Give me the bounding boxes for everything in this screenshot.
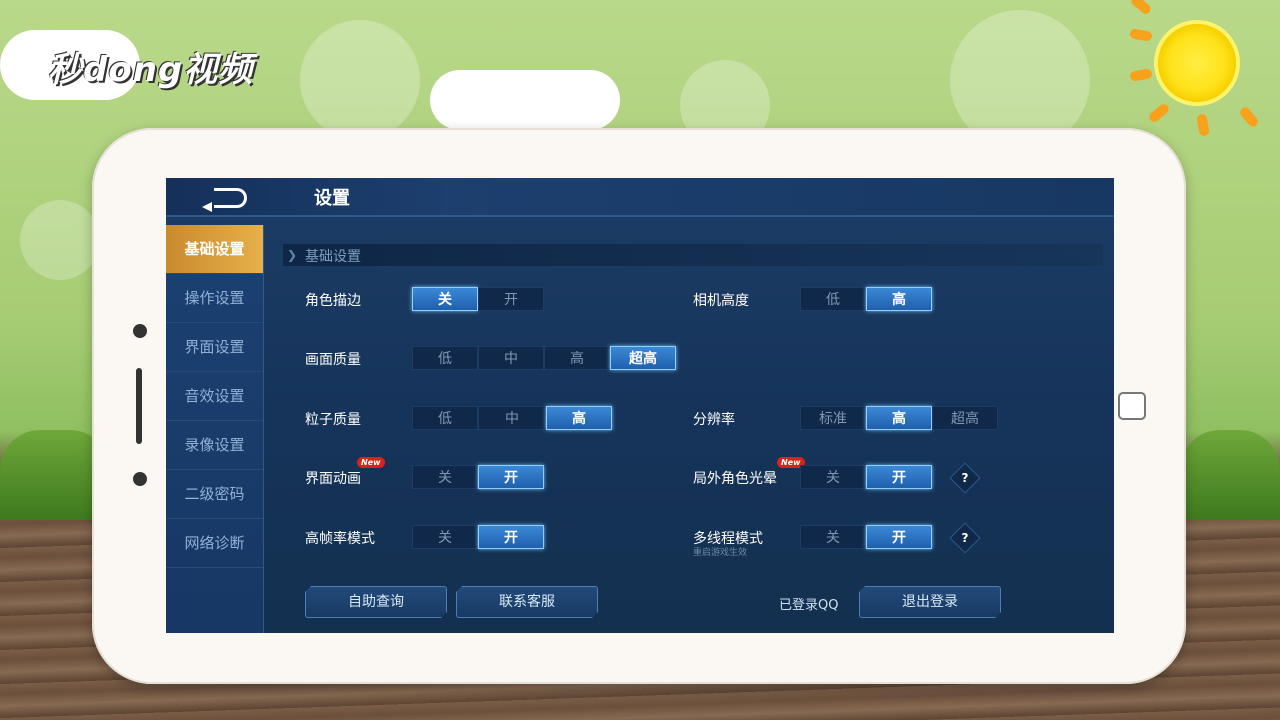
sun-ray <box>1238 105 1260 129</box>
particle-medium-option[interactable]: 中 <box>478 406 546 430</box>
camera-dot <box>133 324 147 338</box>
sensor-dot <box>133 472 147 486</box>
sun-ray <box>1129 68 1153 82</box>
bokeh-light <box>20 200 100 280</box>
graphics-quality-selector: 低 中 高 超高 <box>412 346 676 370</box>
help-icon: ? <box>961 531 969 545</box>
multithread-note: 重启游戏生效 <box>693 548 748 558</box>
sun-ray <box>1196 113 1210 137</box>
high-fps-label: 高帧率模式 <box>305 531 375 547</box>
camera-height-high-option[interactable]: 高 <box>866 287 932 311</box>
sidebar-item-basic[interactable]: 基础设置 <box>166 225 263 274</box>
resolution-selector: 标准 高 超高 <box>800 406 998 430</box>
multithread-on-option[interactable]: 开 <box>866 525 932 549</box>
sun-ray <box>1129 28 1153 42</box>
help-icon: ? <box>961 471 969 485</box>
sidebar-item-recording[interactable]: 录像设置 <box>166 421 263 470</box>
self-help-button[interactable]: 自助查询 <box>305 586 447 618</box>
outer-glow-off-option[interactable]: 关 <box>800 465 866 489</box>
ui-animation-label: 界面动画 <box>305 471 361 487</box>
ui-animation-on-option[interactable]: 开 <box>478 465 544 489</box>
camera-height-label: 相机高度 <box>693 293 749 309</box>
sidebar-item-controls[interactable]: 操作设置 <box>166 274 263 323</box>
back-arrowhead-icon <box>202 202 212 212</box>
graphics-high-option[interactable]: 高 <box>544 346 610 370</box>
graphics-medium-option[interactable]: 中 <box>478 346 544 370</box>
help-button[interactable]: ? <box>949 522 981 554</box>
outline-off-option[interactable]: 关 <box>412 287 478 311</box>
outer-glow-on-option[interactable]: 开 <box>866 465 932 489</box>
home-button[interactable] <box>1118 392 1146 420</box>
watermark-logo: 秒dong视频 <box>48 50 254 90</box>
cloud <box>430 70 620 130</box>
login-status: 已登录QQ <box>779 598 839 613</box>
section-title: 基础设置 <box>305 249 361 265</box>
multithread-toggle: 关 开 <box>800 525 932 549</box>
particle-quality-label: 粒子质量 <box>305 412 361 428</box>
bokeh-light <box>300 20 420 140</box>
logout-button[interactable]: 退出登录 <box>859 586 1001 618</box>
ui-animation-off-option[interactable]: 关 <box>412 465 478 489</box>
resolution-label: 分辨率 <box>693 412 735 428</box>
header-bar: 设置 <box>166 178 1114 217</box>
page-title: 设置 <box>314 188 350 209</box>
contact-support-button[interactable]: 联系客服 <box>456 586 598 618</box>
section-header: ❯ 基础设置 <box>283 244 1103 266</box>
outline-toggle: 关 开 <box>412 287 544 311</box>
back-button[interactable] <box>180 182 290 212</box>
camera-height-low-option[interactable]: 低 <box>800 287 866 311</box>
settings-screen: 设置 基础设置 操作设置 界面设置 音效设置 录像设置 二级密码 网络诊断 ❯ … <box>166 178 1114 633</box>
graphics-ultra-option[interactable]: 超高 <box>610 346 676 370</box>
outer-glow-label: 局外角色光晕 <box>693 471 777 487</box>
new-badge: New <box>357 457 385 468</box>
sidebar-item-password[interactable]: 二级密码 <box>166 470 263 519</box>
sidebar-item-interface[interactable]: 界面设置 <box>166 323 263 372</box>
sun-ray <box>1147 102 1171 124</box>
outline-on-option[interactable]: 开 <box>478 287 544 311</box>
graphics-low-option[interactable]: 低 <box>412 346 478 370</box>
back-arrow-icon <box>214 188 247 208</box>
particle-high-option[interactable]: 高 <box>546 406 612 430</box>
resolution-standard-option[interactable]: 标准 <box>800 406 866 430</box>
resolution-ultra-option[interactable]: 超高 <box>932 406 998 430</box>
sun-ray <box>1129 0 1153 16</box>
outline-label: 角色描边 <box>305 293 361 309</box>
help-button[interactable]: ? <box>949 462 981 494</box>
sun-icon <box>1154 20 1240 106</box>
resolution-high-option[interactable]: 高 <box>866 406 932 430</box>
grass <box>1180 430 1280 520</box>
high-fps-on-option[interactable]: 开 <box>478 525 544 549</box>
ui-animation-toggle: 关 开 <box>412 465 544 489</box>
sidebar-item-audio[interactable]: 音效设置 <box>166 372 263 421</box>
high-fps-off-option[interactable]: 关 <box>412 525 478 549</box>
chevron-right-icon: ❯ <box>287 248 298 262</box>
settings-sidebar: 基础设置 操作设置 界面设置 音效设置 录像设置 二级密码 网络诊断 <box>166 225 264 633</box>
particle-low-option[interactable]: 低 <box>412 406 478 430</box>
speaker-bar <box>136 368 142 444</box>
particle-quality-selector: 低 中 高 <box>412 406 612 430</box>
high-fps-toggle: 关 开 <box>412 525 544 549</box>
outer-glow-toggle: 关 开 <box>800 465 932 489</box>
sidebar-item-network[interactable]: 网络诊断 <box>166 519 263 568</box>
camera-height-toggle: 低 高 <box>800 287 932 311</box>
graphics-quality-label: 画面质量 <box>305 352 361 368</box>
multithread-off-option[interactable]: 关 <box>800 525 866 549</box>
